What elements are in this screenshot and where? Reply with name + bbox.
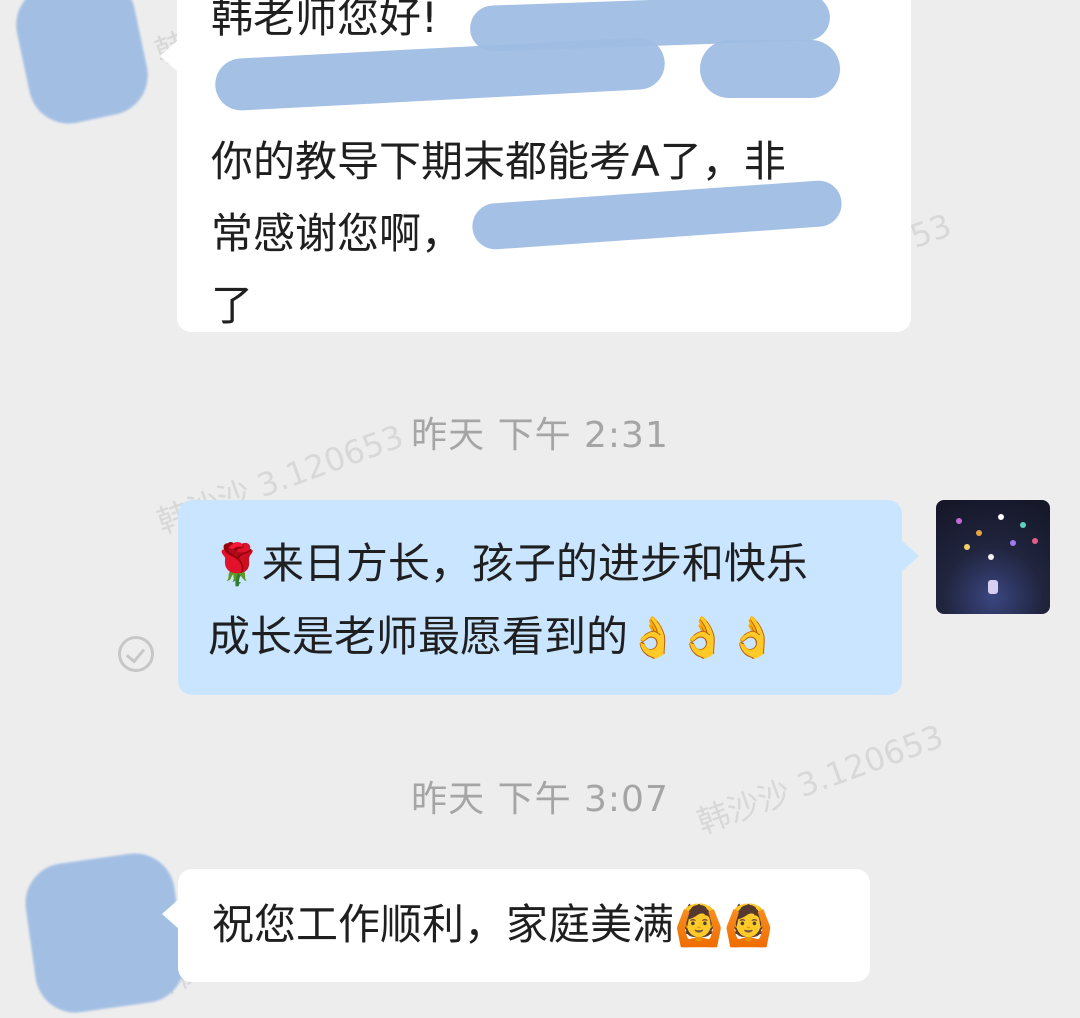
contact-avatar[interactable]: [20, 848, 190, 1018]
message-line: 了: [211, 281, 254, 330]
redaction-overlay: [700, 40, 840, 98]
ok-hand-icon: 👌👌👌: [628, 615, 778, 661]
message-bubble-outgoing[interactable]: 🌹来日方长，孩子的进步和快乐 成长是老师最愿看到的👌👌👌: [178, 500, 902, 695]
timestamp: 昨天 下午 3:07: [411, 779, 669, 820]
contact-avatar[interactable]: [8, 0, 156, 131]
message-bubble-incoming[interactable]: 祝您工作顺利，家庭美满🙆🙆: [178, 869, 870, 982]
message-line: 🌹来日方长，孩子的进步和快乐: [212, 539, 808, 588]
my-avatar[interactable]: [936, 500, 1050, 614]
gesture-emoji-icon: 🙆🙆: [674, 903, 774, 949]
message-line: 祝您工作顺利，家庭美满🙆🙆: [212, 900, 774, 949]
timestamp: 昨天 下午 2:31: [411, 415, 669, 456]
watermark-text: 53: [905, 206, 957, 256]
message-line: 成长是老师最愿看到的👌👌👌: [208, 612, 778, 661]
check-circle-icon: [118, 636, 154, 672]
rose-icon: 🌹: [212, 542, 262, 588]
